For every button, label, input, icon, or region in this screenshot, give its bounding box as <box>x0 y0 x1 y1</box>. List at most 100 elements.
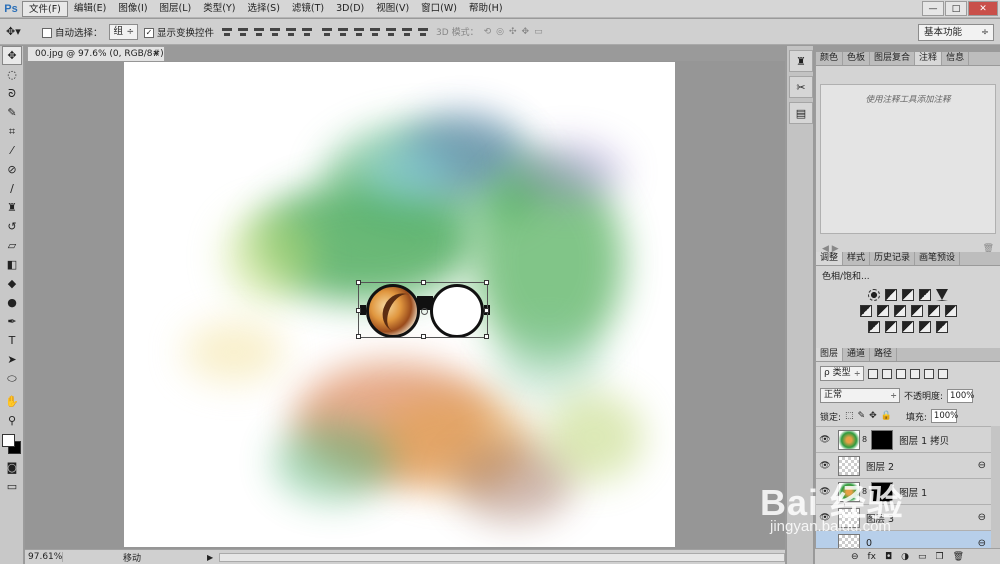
tab-paths[interactable]: 路径 <box>870 348 898 361</box>
properties-icon[interactable]: ▤ <box>789 102 813 124</box>
3d-rotate-icon[interactable]: ⟲ <box>484 27 492 37</box>
auto-select-dropdown[interactable]: 组 <box>108 23 139 40</box>
tab-layer-comps[interactable]: 图层复合 <box>870 52 916 65</box>
link-layers-icon[interactable]: ⊖ <box>851 552 859 562</box>
3d-pan-icon[interactable]: ✣ <box>509 27 517 37</box>
tab-layers[interactable]: 图层 <box>816 348 844 361</box>
add-mask-icon[interactable]: ◘ <box>885 552 892 562</box>
menu-filter[interactable]: 滤镜(T) <box>286 1 330 17</box>
move-tool-preset-icon[interactable]: ✥▾ <box>6 23 36 41</box>
layers-scrollbar[interactable] <box>991 426 1000 556</box>
menu-edit[interactable]: 编辑(E) <box>68 1 112 17</box>
path-select-icon[interactable]: ➤ <box>2 350 22 369</box>
crop-tool-icon[interactable]: ⌗ <box>2 122 22 141</box>
tab-styles[interactable]: 样式 <box>843 252 871 265</box>
exposure-icon[interactable] <box>919 289 931 301</box>
delete-layer-icon[interactable]: 🗑 <box>953 552 964 562</box>
canvas-area[interactable] <box>25 61 785 549</box>
align-left-icon[interactable] <box>268 25 282 39</box>
align-top-icon[interactable] <box>220 25 234 39</box>
transform-handle-l[interactable] <box>356 308 361 313</box>
filter-type-icon[interactable] <box>895 368 906 379</box>
tab-adjustments[interactable]: 调整 <box>816 252 844 265</box>
transform-handle-t[interactable] <box>421 280 426 285</box>
3d-slide-icon[interactable]: ✥ <box>522 27 530 37</box>
close-button[interactable]: ✕ <box>968 1 998 16</box>
menu-layer[interactable]: 图层(L) <box>154 1 198 17</box>
menu-help[interactable]: 帮助(H) <box>463 1 509 17</box>
curves-icon[interactable] <box>902 289 914 301</box>
transform-handle-tr[interactable] <box>484 280 489 285</box>
channel-mixer-icon[interactable] <box>927 305 940 317</box>
menu-type[interactable]: 类型(Y) <box>197 1 241 17</box>
filter-pixel-icon[interactable] <box>867 368 878 379</box>
brush-tool-icon[interactable]: ∕ <box>2 179 22 198</box>
pen-tool-icon[interactable]: ✒ <box>2 312 22 331</box>
filter-adjust-icon[interactable] <box>881 368 892 379</box>
menu-image[interactable]: 图像(I) <box>112 1 153 17</box>
filter-smart-icon[interactable] <box>923 368 934 379</box>
status-menu-arrow-icon[interactable]: ▶ <box>207 553 213 562</box>
selective-color-icon[interactable] <box>919 321 931 333</box>
menu-file[interactable]: 文件(F) <box>22 0 68 17</box>
transform-handle-r[interactable] <box>484 308 489 313</box>
filter-toggle-icon[interactable] <box>937 368 948 379</box>
eyedropper-tool-icon[interactable]: ⁄ <box>2 141 22 160</box>
opacity-input[interactable]: 100% <box>947 388 974 403</box>
menu-view[interactable]: 视图(V) <box>370 1 415 17</box>
menu-3d[interactable]: 3D(D) <box>330 1 370 17</box>
menu-select[interactable]: 选择(S) <box>241 1 285 17</box>
lock-position-icon[interactable]: ✥ <box>869 411 877 421</box>
tab-brush-presets[interactable]: 画笔预设 <box>915 252 961 265</box>
fill-input[interactable]: 100% <box>930 409 958 423</box>
posterize-icon[interactable] <box>885 321 897 333</box>
transform-bounding-box[interactable] <box>356 280 489 339</box>
close-tab-icon[interactable]: × <box>152 47 160 61</box>
layer-style-icon[interactable]: fx <box>868 552 877 562</box>
align-hcenter-icon[interactable] <box>284 25 298 39</box>
distribute-right-icon[interactable] <box>400 25 414 39</box>
brush-presets-icon[interactable]: ✂ <box>789 76 813 98</box>
show-transform-check-box[interactable]: ✓ <box>144 27 155 38</box>
visibility-eye-icon[interactable]: 👁 <box>816 461 834 471</box>
new-adjustment-icon[interactable]: ◑ <box>901 552 909 562</box>
marquee-tool-icon[interactable]: ◌ <box>2 65 22 84</box>
lasso-tool-icon[interactable]: ᘐ <box>2 84 22 103</box>
tab-swatches[interactable]: 色板 <box>843 52 871 65</box>
tab-color[interactable]: 颜色 <box>816 52 844 65</box>
3d-scale-icon[interactable]: ▭ <box>534 27 543 37</box>
invert-icon[interactable] <box>868 321 880 333</box>
tab-history[interactable]: 历史记录 <box>870 252 916 265</box>
new-layer-icon[interactable]: ❐ <box>936 552 944 562</box>
document-tab[interactable]: 00.jpg @ 97.6% (0, RGB/8#) * × <box>27 46 165 73</box>
clone-stamp-icon[interactable]: ♜ <box>2 198 22 217</box>
color-balance-icon[interactable] <box>876 305 889 317</box>
distribute-top-icon[interactable] <box>320 25 334 39</box>
align-vcenter-icon[interactable] <box>236 25 250 39</box>
blend-mode-dropdown[interactable]: 正常 <box>820 388 900 403</box>
layer-mask-thumbnail[interactable] <box>871 429 894 450</box>
transform-handle-tl[interactable] <box>356 280 361 285</box>
align-bottom-icon[interactable] <box>252 25 266 39</box>
show-transform-checkbox[interactable]: ✓ 显示变换控件 <box>144 25 214 39</box>
auto-select-checkbox[interactable]: 自动选择： <box>42 25 103 39</box>
dodge-tool-icon[interactable]: ● <box>2 293 22 312</box>
tab-notes[interactable]: 注释 <box>915 52 943 65</box>
filter-shape-icon[interactable] <box>909 368 920 379</box>
hand-tool-icon[interactable]: ✋ <box>2 392 22 411</box>
threshold-icon[interactable] <box>902 321 914 333</box>
auto-align-icon[interactable] <box>416 25 430 39</box>
horizontal-scrollbar[interactable] <box>219 552 785 562</box>
blur-tool-icon[interactable]: ◆ <box>2 274 22 293</box>
menu-window[interactable]: 窗口(W) <box>415 1 463 17</box>
lock-pixels-icon[interactable]: ✎ <box>858 411 866 421</box>
distribute-vcenter-icon[interactable] <box>336 25 350 39</box>
document-canvas[interactable] <box>124 62 675 547</box>
quick-mask-icon[interactable]: ◙ <box>2 458 22 477</box>
move-tool-icon[interactable]: ✥ <box>2 46 22 65</box>
3d-roll-icon[interactable]: ◎ <box>496 27 504 37</box>
gradient-tool-icon[interactable]: ◧ <box>2 255 22 274</box>
black-white-icon[interactable] <box>893 305 906 317</box>
eraser-tool-icon[interactable]: ▱ <box>2 236 22 255</box>
distribute-left-icon[interactable] <box>368 25 382 39</box>
